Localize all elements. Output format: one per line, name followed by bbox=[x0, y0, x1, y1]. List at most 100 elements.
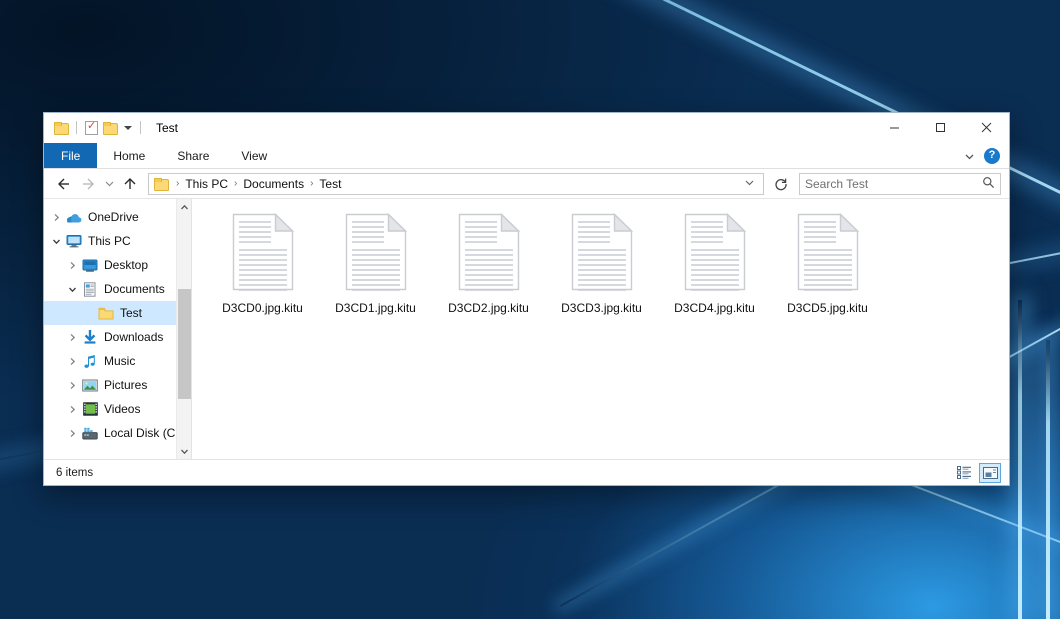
sidebar-item-this-pc[interactable]: This PC bbox=[44, 229, 191, 253]
sidebar-item-pictures[interactable]: Pictures bbox=[44, 373, 191, 397]
folder-icon bbox=[154, 178, 168, 190]
title-bar: Test bbox=[44, 113, 1009, 143]
scroll-down-arrow-icon[interactable] bbox=[177, 443, 192, 459]
details-view-button[interactable] bbox=[953, 463, 975, 483]
file-name-label: D3CD1.jpg.kitu bbox=[335, 301, 416, 315]
breadcrumb-documents[interactable]: Documents bbox=[243, 177, 304, 191]
sidebar-item-label: OneDrive bbox=[88, 210, 139, 224]
folder-icon bbox=[97, 307, 115, 320]
status-bar: 6 items bbox=[44, 459, 1009, 485]
generic-file-icon bbox=[345, 213, 407, 291]
chevron-down-icon[interactable] bbox=[64, 285, 81, 294]
sidebar-item-test[interactable]: Test bbox=[44, 301, 191, 325]
search-box[interactable]: Search Test bbox=[799, 173, 1001, 195]
sidebar-item-label: Desktop bbox=[104, 258, 148, 272]
breadcrumb-separator: › bbox=[310, 178, 313, 189]
sidebar-scrollbar[interactable] bbox=[176, 199, 191, 459]
quick-access-toolbar: Test bbox=[44, 121, 178, 135]
minimize-button[interactable] bbox=[871, 113, 917, 143]
window-controls bbox=[871, 113, 1009, 143]
close-button[interactable] bbox=[963, 113, 1009, 143]
file-explorer-window: Test File Home Share View bbox=[43, 112, 1010, 486]
folder-tree: OneDrive This PC Desktop Documents Test Downl… bbox=[44, 205, 191, 445]
folder-icon[interactable] bbox=[54, 122, 68, 134]
file-name-label: D3CD0.jpg.kitu bbox=[222, 301, 303, 315]
music-icon bbox=[81, 354, 99, 369]
scrollbar-track[interactable] bbox=[177, 215, 192, 443]
new-folder-icon[interactable] bbox=[103, 122, 117, 134]
item-count-label: 6 items bbox=[56, 467, 93, 479]
explorer-body: OneDrive This PC Desktop Documents Test Downl… bbox=[44, 199, 1009, 459]
wallpaper-beam bbox=[1046, 340, 1050, 619]
tab-home[interactable]: Home bbox=[97, 143, 161, 168]
sidebar-item-videos[interactable]: Videos bbox=[44, 397, 191, 421]
breadcrumb-this-pc[interactable]: This PC bbox=[185, 177, 228, 191]
scrollbar-thumb[interactable] bbox=[178, 289, 191, 399]
sidebar-item-local-disk-c[interactable]: Local Disk (C:) bbox=[44, 421, 191, 445]
chevron-right-icon[interactable] bbox=[64, 357, 81, 366]
sidebar-item-label: Test bbox=[120, 306, 142, 320]
file-name-label: D3CD5.jpg.kitu bbox=[787, 301, 868, 315]
customize-caret-icon[interactable] bbox=[124, 126, 132, 130]
monitor-icon bbox=[65, 234, 83, 248]
sidebar-item-label: This PC bbox=[88, 234, 131, 248]
generic-file-icon bbox=[797, 213, 859, 291]
generic-file-icon bbox=[571, 213, 633, 291]
file-item[interactable]: D3CD2.jpg.kitu bbox=[432, 211, 545, 335]
tab-share[interactable]: Share bbox=[161, 143, 225, 168]
toolbar-divider bbox=[76, 121, 77, 134]
file-list-view[interactable]: D3CD0.jpg.kitu D3CD1.jpg.kitu D3CD2.jpg.ki… bbox=[192, 199, 1009, 459]
file-item[interactable]: D3CD4.jpg.kitu bbox=[658, 211, 771, 335]
address-input[interactable]: › This PC › Documents › Test bbox=[148, 173, 764, 195]
cloud-icon bbox=[65, 211, 83, 224]
pictures-icon bbox=[81, 379, 99, 392]
sidebar-item-label: Pictures bbox=[104, 378, 147, 392]
sidebar-item-onedrive[interactable]: OneDrive bbox=[44, 205, 191, 229]
properties-icon[interactable] bbox=[85, 121, 98, 135]
scroll-up-arrow-icon[interactable] bbox=[177, 199, 192, 215]
chevron-right-icon[interactable] bbox=[64, 261, 81, 270]
search-input[interactable]: Search Test bbox=[805, 177, 982, 191]
wallpaper-beam bbox=[1018, 300, 1022, 619]
file-item[interactable]: D3CD3.jpg.kitu bbox=[545, 211, 658, 335]
breadcrumb-test[interactable]: Test bbox=[319, 177, 341, 191]
view-mode-buttons bbox=[953, 463, 1001, 483]
sidebar-item-downloads[interactable]: Downloads bbox=[44, 325, 191, 349]
chevron-down-icon[interactable] bbox=[740, 177, 759, 191]
sidebar-item-desktop[interactable]: Desktop bbox=[44, 253, 191, 277]
search-icon[interactable] bbox=[982, 176, 995, 192]
chevron-down-icon[interactable] bbox=[964, 151, 974, 161]
sidebar-item-label: Documents bbox=[104, 282, 165, 296]
sidebar-item-documents[interactable]: Documents bbox=[44, 277, 191, 301]
chevron-right-icon[interactable] bbox=[64, 405, 81, 414]
file-item[interactable]: D3CD5.jpg.kitu bbox=[771, 211, 884, 335]
address-bar: › This PC › Documents › Test Search Test bbox=[44, 169, 1009, 199]
generic-file-icon bbox=[684, 213, 746, 291]
file-item[interactable]: D3CD0.jpg.kitu bbox=[206, 211, 319, 335]
tab-file[interactable]: File bbox=[44, 143, 97, 168]
chevron-right-icon[interactable] bbox=[64, 381, 81, 390]
up-button[interactable] bbox=[118, 173, 142, 195]
generic-file-icon bbox=[232, 213, 294, 291]
forward-button[interactable] bbox=[76, 173, 100, 195]
recent-locations-button[interactable] bbox=[100, 173, 118, 195]
maximize-button[interactable] bbox=[917, 113, 963, 143]
sidebar-item-label: Local Disk (C:) bbox=[104, 426, 183, 440]
desktop-wallpaper: Test File Home Share View bbox=[0, 0, 1060, 619]
downloads-icon bbox=[81, 330, 99, 345]
window-title: Test bbox=[156, 121, 178, 135]
help-icon[interactable]: ? bbox=[984, 148, 1000, 164]
large-icons-view-button[interactable] bbox=[979, 463, 1001, 483]
chevron-right-icon[interactable] bbox=[48, 213, 65, 222]
chevron-down-icon[interactable] bbox=[48, 237, 65, 246]
sidebar-item-music[interactable]: Music bbox=[44, 349, 191, 373]
file-name-label: D3CD2.jpg.kitu bbox=[448, 301, 529, 315]
breadcrumb-separator: › bbox=[176, 178, 179, 189]
tab-view[interactable]: View bbox=[225, 143, 283, 168]
file-item[interactable]: D3CD1.jpg.kitu bbox=[319, 211, 432, 335]
chevron-right-icon[interactable] bbox=[64, 429, 81, 438]
chevron-right-icon[interactable] bbox=[64, 333, 81, 342]
back-button[interactable] bbox=[52, 173, 76, 195]
toolbar-divider bbox=[140, 121, 141, 134]
refresh-button[interactable] bbox=[770, 173, 792, 195]
